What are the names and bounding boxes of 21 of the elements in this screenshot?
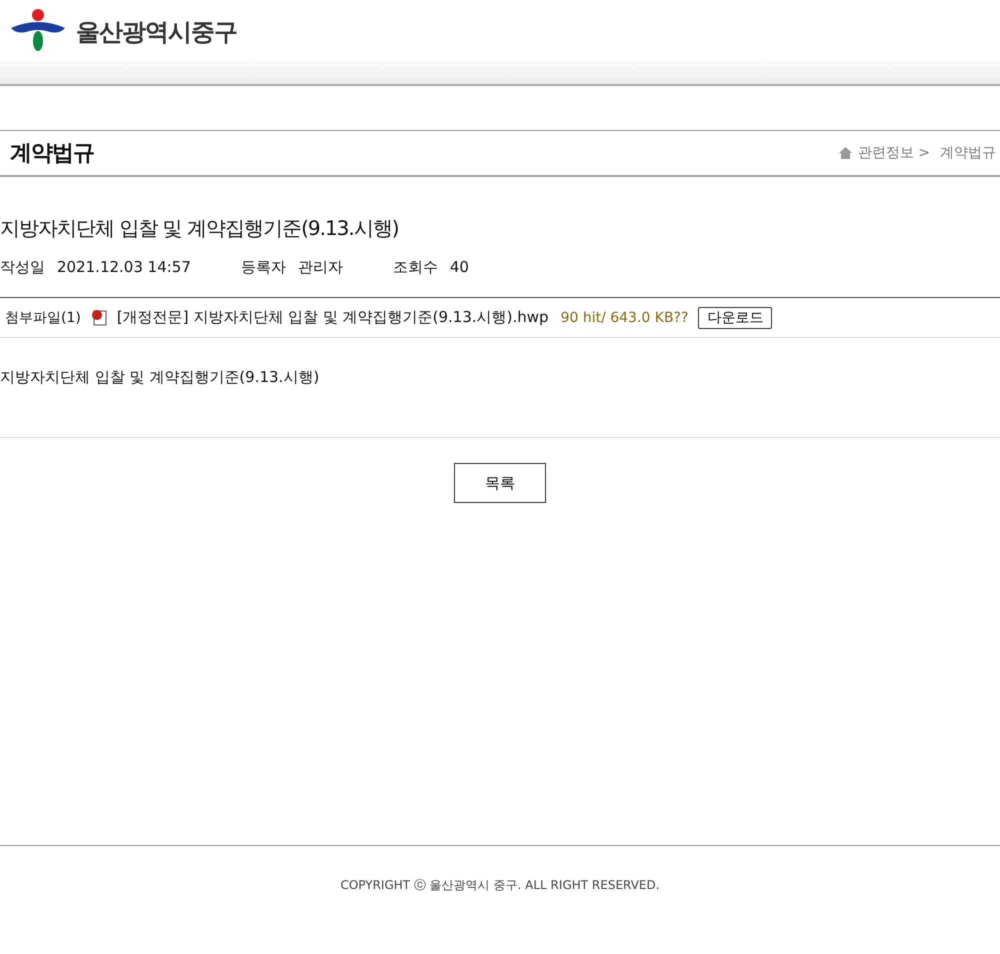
file-link[interactable]: [개정전문] 지방자치단체 입찰 및 계약집행기준(9.13.시행).hwp	[116, 308, 549, 327]
attachment-label: 첨부파일(1)	[5, 308, 81, 326]
meta-value: 관리자	[298, 258, 343, 277]
list-button[interactable]: 목록	[454, 463, 546, 503]
breadcrumb-link[interactable]: 관련정보 >	[858, 144, 930, 162]
post-title: 지방자치단체 입찰 및 계약집행기준(9.13.시행)	[0, 215, 400, 242]
file-info: 90 hit/ 643.0 KB??	[560, 310, 688, 326]
download-button[interactable]: 다운로드	[698, 306, 772, 328]
logo-text: 울산광역시중구	[76, 17, 237, 48]
meta-value: 40	[450, 258, 469, 277]
page-title: 계약법규	[10, 140, 94, 168]
breadcrumb-link[interactable]: 계약법규	[940, 144, 996, 162]
logo-icon	[10, 8, 66, 52]
meta-label: 작성일	[0, 258, 45, 277]
meta-label: 등록자	[240, 258, 286, 277]
copyright-text: COPYRIGHT ⓒ 울산광역시 중구. ALL RIGHT RESERVED.	[340, 878, 660, 892]
home-icon	[838, 147, 852, 159]
post-body: 지방자치단체 입찰 및 계약집행기준(9.13.시행)	[0, 338, 1000, 438]
file-icon	[90, 309, 107, 326]
meta-value: 2021.12.03 14:57	[57, 258, 191, 277]
meta-label: 조회수	[392, 258, 438, 277]
